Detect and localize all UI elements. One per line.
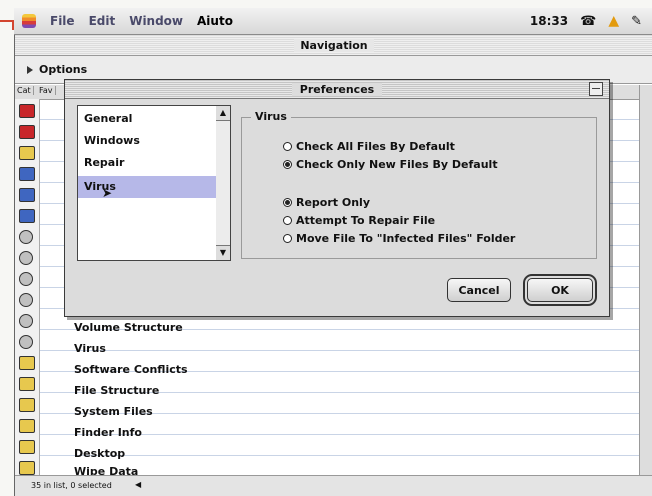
book-red-icon [19,104,35,118]
category-icon [19,209,35,225]
column-header-cat[interactable]: Cat [15,86,34,95]
disk-icon [19,230,33,244]
collapse-box-icon[interactable] [589,82,603,96]
menu-window[interactable]: Window [129,14,183,28]
category-icon [19,251,35,267]
scroll-up-icon[interactable]: ▲ [216,106,230,121]
status-bar: 35 in list, 0 selected ◀ [15,475,652,496]
document-icon [19,419,35,433]
list-item[interactable]: Desktop [74,447,125,460]
radio-button-icon [283,234,292,243]
scroll-left-icon[interactable]: ◀ [135,480,141,489]
category-icon [19,146,35,162]
radio-label: Check All Files By Default [296,140,455,153]
list-item[interactable]: System Files [74,405,153,418]
ok-button[interactable]: OK [523,274,597,306]
category-icon [19,419,35,435]
document-icon [19,377,35,391]
category-repair[interactable]: Repair [78,152,216,174]
category-icon [19,188,35,204]
document-icon [19,440,35,454]
radio-check-all[interactable]: Check All Files By Default [283,140,455,153]
disclosure-triangle-icon[interactable] [27,65,33,74]
menu-help[interactable]: Aiuto [197,14,233,28]
menu-bar: File Edit Window Aiuto 18:33 ☎ ▲ ✎ [14,8,652,35]
document-icon [19,398,35,412]
disk-icon [19,272,33,286]
category-icon-column [15,99,40,475]
category-virus[interactable]: Virus [78,176,216,198]
preferences-dialog: Preferences General Windows Repair Virus… [64,79,610,317]
list-item[interactable]: Finder Info [74,426,142,439]
category-icon [19,335,35,351]
row-divider [40,350,639,351]
radio-attempt-repair[interactable]: Attempt To Repair File [283,214,435,227]
category-icon [19,293,35,309]
category-list: General Windows Repair Virus [77,105,217,261]
book-red-icon [19,125,35,139]
row-divider [40,455,639,456]
radio-label: Move File To "Infected Files" Folder [296,232,516,245]
disk-icon [19,335,33,349]
radio-label: Report Only [296,196,370,209]
category-icon [19,125,35,141]
preferences-title: Preferences [291,82,383,96]
document-icon [19,356,35,370]
list-item[interactable]: Volume Structure [74,321,183,334]
category-icon [19,377,35,393]
radio-check-new[interactable]: Check Only New Files By Default [283,158,498,171]
radio-label: Check Only New Files By Default [296,158,498,171]
category-icon [19,314,35,330]
navigation-title-bar[interactable]: Navigation [15,35,652,56]
group-label: Virus [251,110,291,123]
category-icon [19,356,35,372]
radio-button-icon [283,142,292,151]
book-blue-icon [19,209,35,223]
vertical-scrollbar[interactable] [639,85,652,475]
clock[interactable]: 18:33 [530,14,568,28]
apple-menu-icon[interactable] [22,14,36,28]
status-text: 35 in list, 0 selected [31,481,112,490]
mouse-pointer-icon: ➤ [102,186,113,200]
options-label: Options [39,63,88,76]
category-general[interactable]: General [78,108,216,130]
bell-icon[interactable]: ▲ [608,13,619,29]
radio-button-selected-icon [283,198,292,207]
disk-icon [19,293,33,307]
radio-button-selected-icon [283,160,292,169]
category-icon [19,272,35,288]
radio-button-icon [283,216,292,225]
menu-edit[interactable]: Edit [89,14,116,28]
menu-file[interactable]: File [50,14,75,28]
phone-icon[interactable]: ☎ [580,15,596,28]
category-scrollbar[interactable]: ▲ ▼ [216,105,231,261]
column-header-fav[interactable]: Fav [37,86,56,95]
list-item[interactable]: Wipe Data [74,465,138,475]
book-blue-icon [19,188,35,202]
list-item[interactable]: File Structure [74,384,159,397]
list-item[interactable]: Software Conflicts [74,363,188,376]
category-icon [19,398,35,414]
disk-icon [19,314,33,328]
radio-report-only[interactable]: Report Only [283,196,370,209]
category-icon [19,167,35,183]
category-icon [19,104,35,120]
list-item[interactable]: Virus [74,342,106,355]
category-windows[interactable]: Windows [78,130,216,152]
book-blue-icon [19,167,35,181]
book-yellow-icon [19,146,35,160]
document-icon [19,461,35,475]
category-icon [19,230,35,246]
cancel-button[interactable]: Cancel [447,278,511,302]
preferences-title-bar[interactable]: Preferences [65,80,609,99]
app-switcher-icon[interactable]: ✎ [631,15,642,28]
navigation-title: Navigation [294,38,374,52]
category-icon [19,440,35,456]
radio-label: Attempt To Repair File [296,214,436,227]
scroll-down-icon[interactable]: ▼ [216,245,230,260]
disk-icon [19,251,33,265]
radio-move-file[interactable]: Move File To "Infected Files" Folder [283,232,515,245]
